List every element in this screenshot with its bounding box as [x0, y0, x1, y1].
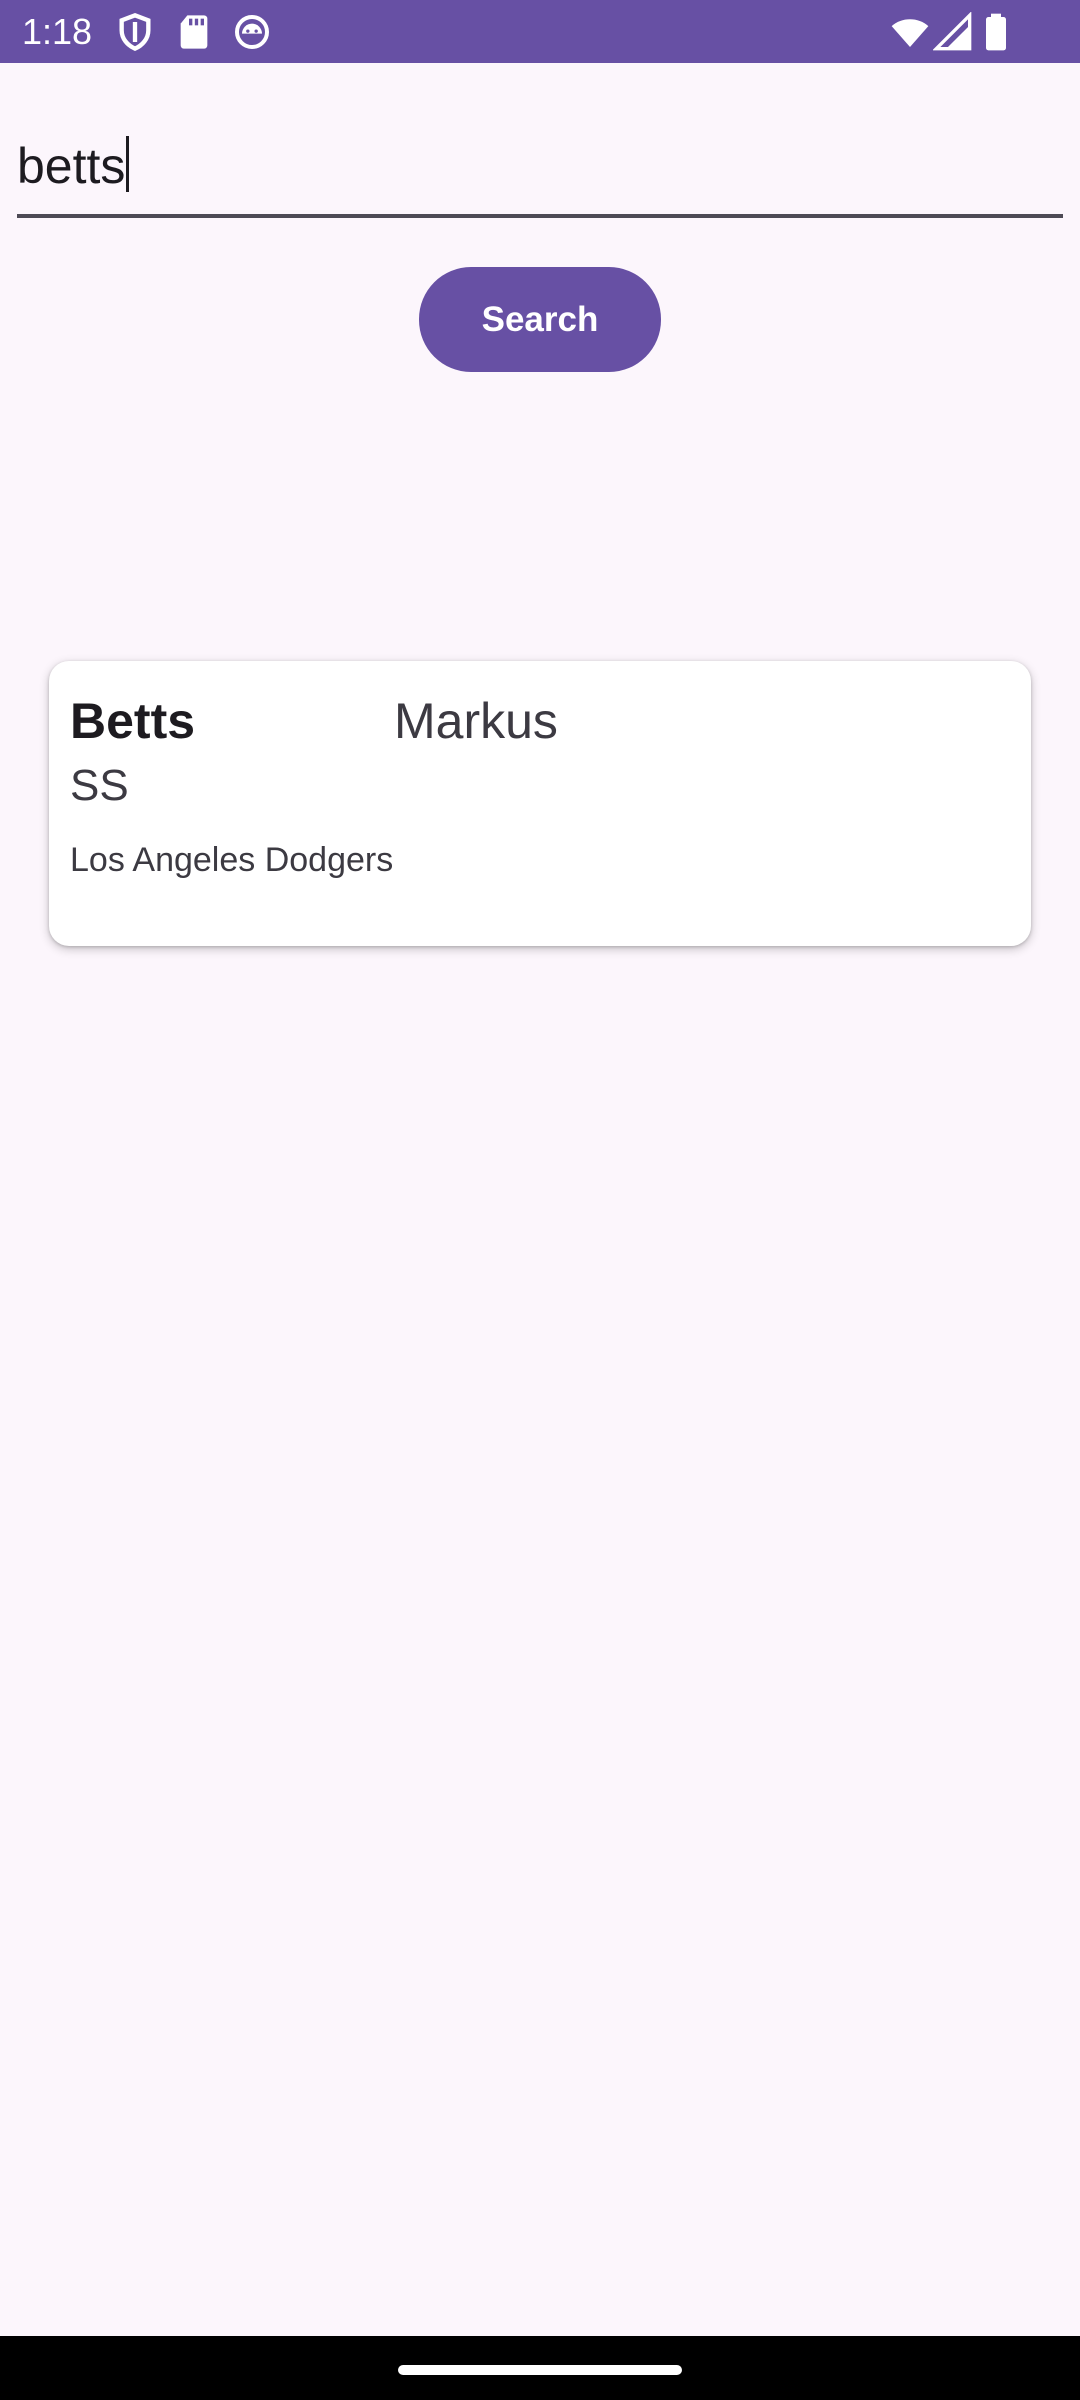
android-icon [232, 12, 272, 52]
home-gesture-handle[interactable] [398, 2365, 682, 2375]
text-cursor [126, 136, 130, 192]
player-position: SS [70, 761, 129, 810]
sd-card-icon [174, 12, 214, 52]
player-team: Los Angeles Dodgers [70, 841, 394, 879]
navigation-bar [0, 2336, 1080, 2400]
app-screen: 1:18 betts Search Betts Markus SS Los An… [0, 0, 1080, 2400]
search-input-value: betts [17, 136, 130, 196]
player-result-card[interactable]: Betts Markus SS Los Angeles Dodgers [49, 661, 1031, 946]
wifi-icon [890, 12, 930, 52]
player-last-name: Betts [70, 693, 196, 749]
search-button[interactable]: Search [419, 267, 661, 372]
shield-icon [115, 12, 155, 52]
search-query-text: betts [17, 138, 126, 194]
battery-icon [976, 12, 1016, 52]
status-bar: 1:18 [0, 0, 1080, 63]
search-input[interactable]: betts [17, 120, 1063, 218]
status-time: 1:18 [22, 11, 93, 52]
signal-icon [933, 12, 973, 52]
player-first-name: Markus [394, 693, 558, 749]
